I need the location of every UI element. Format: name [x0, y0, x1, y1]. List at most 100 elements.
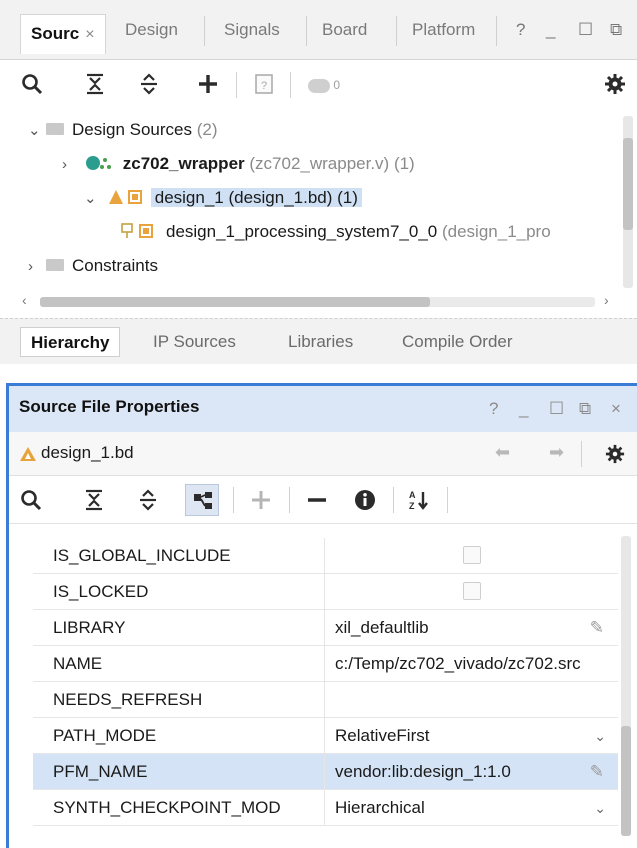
tree-vertical-scrollbar[interactable] [623, 116, 633, 288]
tab-compile-order[interactable]: Compile Order [392, 327, 523, 357]
tree-item-zc702-wrapper[interactable]: › zc702_wrapper (zc702_wrapper.v) (1) [62, 148, 415, 180]
property-value[interactable]: vendor:lib:design_1:1.0 [335, 754, 511, 790]
collapse-all-icon[interactable] [83, 488, 105, 512]
tab-hierarchy[interactable]: Hierarchy [20, 327, 121, 357]
search-icon[interactable] [19, 488, 43, 512]
tree-item-constraints[interactable]: › Constraints [28, 250, 158, 282]
tree-item-design-1[interactable]: ⌄ design_1 (design_1.bd) (1) [84, 182, 362, 214]
property-value[interactable]: Hierarchical [335, 790, 425, 826]
object-name: design_1.bd [41, 443, 134, 462]
tree-horizontal-scrollbar[interactable] [40, 297, 595, 307]
property-value[interactable]: c:/Temp/zc702_vivado/zc702.src [335, 646, 581, 682]
edit-pencil-icon[interactable]: ✎ [590, 610, 604, 646]
add-icon[interactable] [249, 488, 273, 512]
expand-all-icon[interactable] [138, 72, 160, 96]
property-name: PATH_MODE [53, 726, 157, 745]
show-hierarchy-button[interactable] [185, 484, 219, 516]
property-name: NAME [53, 654, 103, 673]
block-design-icon [108, 189, 142, 204]
toolbar-divider [236, 72, 237, 98]
settings-icon[interactable] [604, 73, 626, 95]
help-icon[interactable]: ? [516, 18, 525, 42]
tab-libraries[interactable]: Libraries [278, 327, 363, 357]
tab-sources[interactable]: Sourc × [20, 14, 106, 54]
property-row-needs-refresh[interactable]: NEEDS_REFRESH [33, 682, 618, 718]
sources-panel: Sourc × Design Signals Board Platform ? _… [0, 0, 637, 365]
property-checkbox[interactable] [463, 582, 481, 600]
property-name: PFM_NAME [53, 762, 148, 781]
toolbar-divider [290, 72, 291, 98]
add-icon[interactable] [196, 72, 220, 96]
tab-board[interactable]: Board [312, 12, 377, 48]
help-icon[interactable]: ? [489, 399, 498, 419]
back-arrow-icon[interactable]: ⬅ [495, 442, 510, 463]
tree-item-count: (2) [196, 120, 218, 139]
scroll-right-icon[interactable]: › [604, 292, 609, 308]
column-divider [324, 790, 325, 826]
search-icon[interactable] [20, 72, 44, 96]
info-icon[interactable] [353, 488, 377, 512]
property-row-is-locked[interactable]: IS_LOCKED [33, 574, 618, 610]
property-row-synth-checkpoint-mode[interactable]: SYNTH_CHECKPOINT_MOD Hierarchical ⌄ [33, 790, 618, 826]
scrollbar-thumb[interactable] [623, 138, 633, 230]
minimize-icon[interactable]: _ [519, 399, 528, 419]
tree-item-label: Design Sources [72, 120, 193, 139]
float-icon[interactable]: ⧉ [610, 18, 622, 42]
chevron-right-icon[interactable]: › [62, 149, 80, 181]
property-name: IS_GLOBAL_INCLUDE [53, 546, 231, 565]
sources-tabbar: Sourc × Design Signals Board Platform ? _… [0, 0, 637, 60]
remove-icon[interactable] [305, 488, 329, 512]
close-icon[interactable]: × [611, 399, 621, 419]
toggle-badge[interactable]: 0 [308, 76, 340, 94]
scroll-left-icon[interactable]: ‹ [22, 292, 27, 308]
maximize-icon[interactable]: ☐ [549, 399, 564, 419]
toolbar-divider [581, 441, 582, 467]
tree-item-processing-system[interactable]: design_1_processing_system7_0_0 (design_… [118, 216, 551, 248]
maximize-icon[interactable]: ☐ [578, 18, 593, 42]
tree-item-design-sources[interactable]: ⌄ Design Sources (2) [28, 114, 218, 146]
scrollbar-thumb[interactable] [40, 297, 430, 307]
tab-design[interactable]: Design [115, 12, 188, 48]
selected-object-row: design_1.bd ⬅ ➡ [9, 432, 637, 476]
property-checkbox[interactable] [463, 546, 481, 564]
column-divider [324, 538, 325, 574]
property-row-library[interactable]: LIBRARY xil_defaultlib ✎ [33, 610, 618, 646]
close-icon[interactable]: × [85, 26, 94, 43]
property-value[interactable]: RelativeFirst [335, 718, 429, 754]
property-name: NEEDS_REFRESH [53, 690, 203, 709]
properties-vertical-scrollbar[interactable] [621, 536, 631, 836]
column-divider [324, 610, 325, 646]
ip-core-icon [121, 222, 153, 238]
svg-text:?: ? [261, 80, 267, 92]
chevron-down-icon[interactable]: ⌄ [594, 718, 606, 754]
properties-title-bar: Source File Properties ? _ ☐ ⧉ × [9, 386, 637, 432]
properties-icon[interactable]: ? [254, 73, 274, 95]
collapse-all-icon[interactable] [84, 72, 106, 96]
folder-icon [46, 258, 64, 271]
chevron-down-icon[interactable]: ⌄ [594, 790, 606, 826]
tab-signals[interactable]: Signals [214, 12, 290, 48]
column-divider [324, 682, 325, 718]
property-row-path-mode[interactable]: PATH_MODE RelativeFirst ⌄ [33, 718, 618, 754]
tab-platform[interactable]: Platform [402, 12, 485, 48]
chevron-down-icon[interactable]: ⌄ [84, 183, 102, 215]
chevron-right-icon[interactable]: › [28, 251, 46, 283]
badge-count: 0 [333, 78, 341, 92]
forward-arrow-icon[interactable]: ➡ [549, 442, 564, 463]
tab-divider [396, 16, 397, 46]
column-divider [324, 754, 325, 790]
property-row-name[interactable]: NAME c:/Temp/zc702_vivado/zc702.src [33, 646, 618, 682]
property-row-is-global-include[interactable]: IS_GLOBAL_INCLUDE [33, 538, 618, 574]
settings-icon[interactable] [605, 444, 625, 464]
chevron-down-icon[interactable]: ⌄ [28, 115, 46, 147]
expand-all-icon[interactable] [137, 488, 159, 512]
property-value[interactable]: xil_defaultlib [335, 610, 429, 646]
sort-icon[interactable]: A Z [407, 488, 431, 512]
scrollbar-thumb[interactable] [621, 726, 631, 836]
tab-ip-sources[interactable]: IP Sources [143, 327, 246, 357]
minimize-icon[interactable]: _ [546, 18, 555, 42]
property-row-pfm-name[interactable]: PFM_NAME vendor:lib:design_1:1.0 ✎ [33, 754, 618, 790]
float-icon[interactable]: ⧉ [579, 399, 591, 419]
edit-pencil-icon[interactable]: ✎ [590, 754, 604, 790]
sources-toolbar: ? 0 [0, 60, 637, 108]
